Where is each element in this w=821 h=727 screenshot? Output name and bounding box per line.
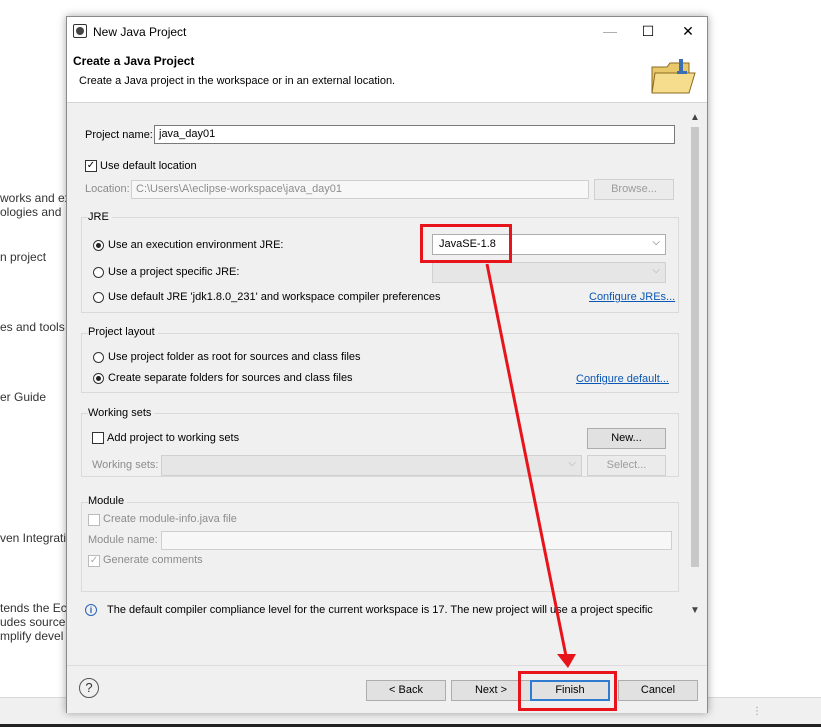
wizard-header: Create a Java Project Create a Java proj… [67, 45, 707, 103]
layout-root-label: Use project folder as root for sources a… [108, 351, 361, 363]
annotation-box-finish [518, 671, 617, 711]
module-title: Module [88, 495, 128, 507]
scroll-up-icon[interactable]: ▲ [687, 112, 703, 123]
generate-comments-checkbox: ✓ [88, 555, 100, 567]
layout-root-radio[interactable] [93, 352, 104, 363]
bg-line: mplify devel [0, 629, 64, 643]
scrollbar-thumb[interactable] [691, 127, 699, 567]
select-working-sets-button: Select... [587, 455, 666, 476]
bg-line: ven Integrati [0, 531, 67, 545]
jre-env-radio[interactable] [93, 240, 104, 251]
resize-grip-icon[interactable]: ⋮ [752, 706, 762, 717]
bg-line: es and tools [0, 320, 65, 334]
layout-separate-label: Create separate folders for sources and … [108, 372, 353, 384]
title-bar[interactable]: New Java Project — ☐ ✕ [67, 17, 707, 45]
configure-jres-link[interactable]: Configure JREs... [589, 291, 675, 303]
layout-separate-radio[interactable] [93, 373, 104, 384]
bg-line: n project [0, 250, 47, 264]
annotation-box-jre [420, 224, 512, 263]
use-default-location-label: Use default location [100, 160, 197, 172]
module-name-label: Module name: [88, 534, 158, 546]
project-name-label: Project name: [85, 129, 153, 141]
project-layout-title: Project layout [88, 326, 158, 338]
jre-default-radio[interactable] [93, 292, 104, 303]
page-description: Create a Java project in the workspace o… [79, 75, 396, 87]
bg-line: udes source [0, 615, 66, 629]
jre-group-title: JRE [88, 211, 112, 223]
bg-line: er Guide [0, 390, 47, 404]
jre-specific-radio[interactable] [93, 267, 104, 278]
working-sets-label: Working sets: [92, 459, 159, 471]
jre-default-label: Use default JRE 'jdk1.8.0_231' and works… [108, 291, 441, 303]
bg-line: ologies and [0, 205, 62, 219]
chevron-down-icon: ⌵ [652, 237, 660, 248]
info-icon: i [85, 604, 97, 616]
create-module-info-checkbox [88, 514, 100, 526]
use-default-location-checkbox[interactable]: ✓ [85, 160, 97, 172]
configure-default-link[interactable]: Configure default... [576, 373, 669, 385]
chevron-down-icon: ⌵ [568, 458, 576, 469]
info-message: The default compiler compliance level fo… [107, 604, 653, 616]
new-java-project-dialog: New Java Project — ☐ ✕ Create a Java Pro… [66, 16, 708, 713]
minimize-button[interactable]: — [595, 21, 625, 41]
cancel-button[interactable]: Cancel [618, 680, 698, 701]
location-input: C:\Users\A\eclipse-workspace\java_day01 [131, 180, 589, 199]
create-module-info-label: Create module-info.java file [103, 513, 237, 525]
module-name-input [161, 531, 672, 550]
bg-line: works and ex [0, 191, 71, 205]
working-sets-select: ⌵ [161, 455, 582, 476]
browse-button: Browse... [594, 179, 674, 200]
project-name-input[interactable]: java_day01 [154, 125, 675, 144]
maximize-button[interactable]: ☐ [633, 21, 663, 41]
jre-env-label: Use an execution environment JRE: [108, 239, 284, 251]
eclipse-icon [73, 24, 87, 38]
add-working-sets-checkbox[interactable] [92, 432, 104, 444]
new-working-set-button[interactable]: New... [587, 428, 666, 449]
window-title: New Java Project [93, 25, 187, 39]
java-project-folder-icon [651, 59, 696, 94]
project-jre-select: ⌵ [432, 262, 666, 283]
jre-specific-label: Use a project specific JRE: [108, 266, 240, 278]
help-icon[interactable]: ? [79, 678, 99, 698]
generate-comments-label: Generate comments [103, 554, 203, 566]
add-working-sets-label: Add project to working sets [107, 432, 240, 444]
page-title: Create a Java Project [73, 54, 195, 68]
back-button[interactable]: < Back [366, 680, 446, 701]
chevron-down-icon: ⌵ [652, 265, 660, 276]
working-sets-title: Working sets [88, 407, 155, 419]
bg-line: tends the Ec [0, 601, 67, 615]
close-button[interactable]: ✕ [673, 21, 703, 41]
location-label: Location: [85, 183, 130, 195]
scroll-down-icon[interactable]: ▼ [687, 605, 703, 616]
